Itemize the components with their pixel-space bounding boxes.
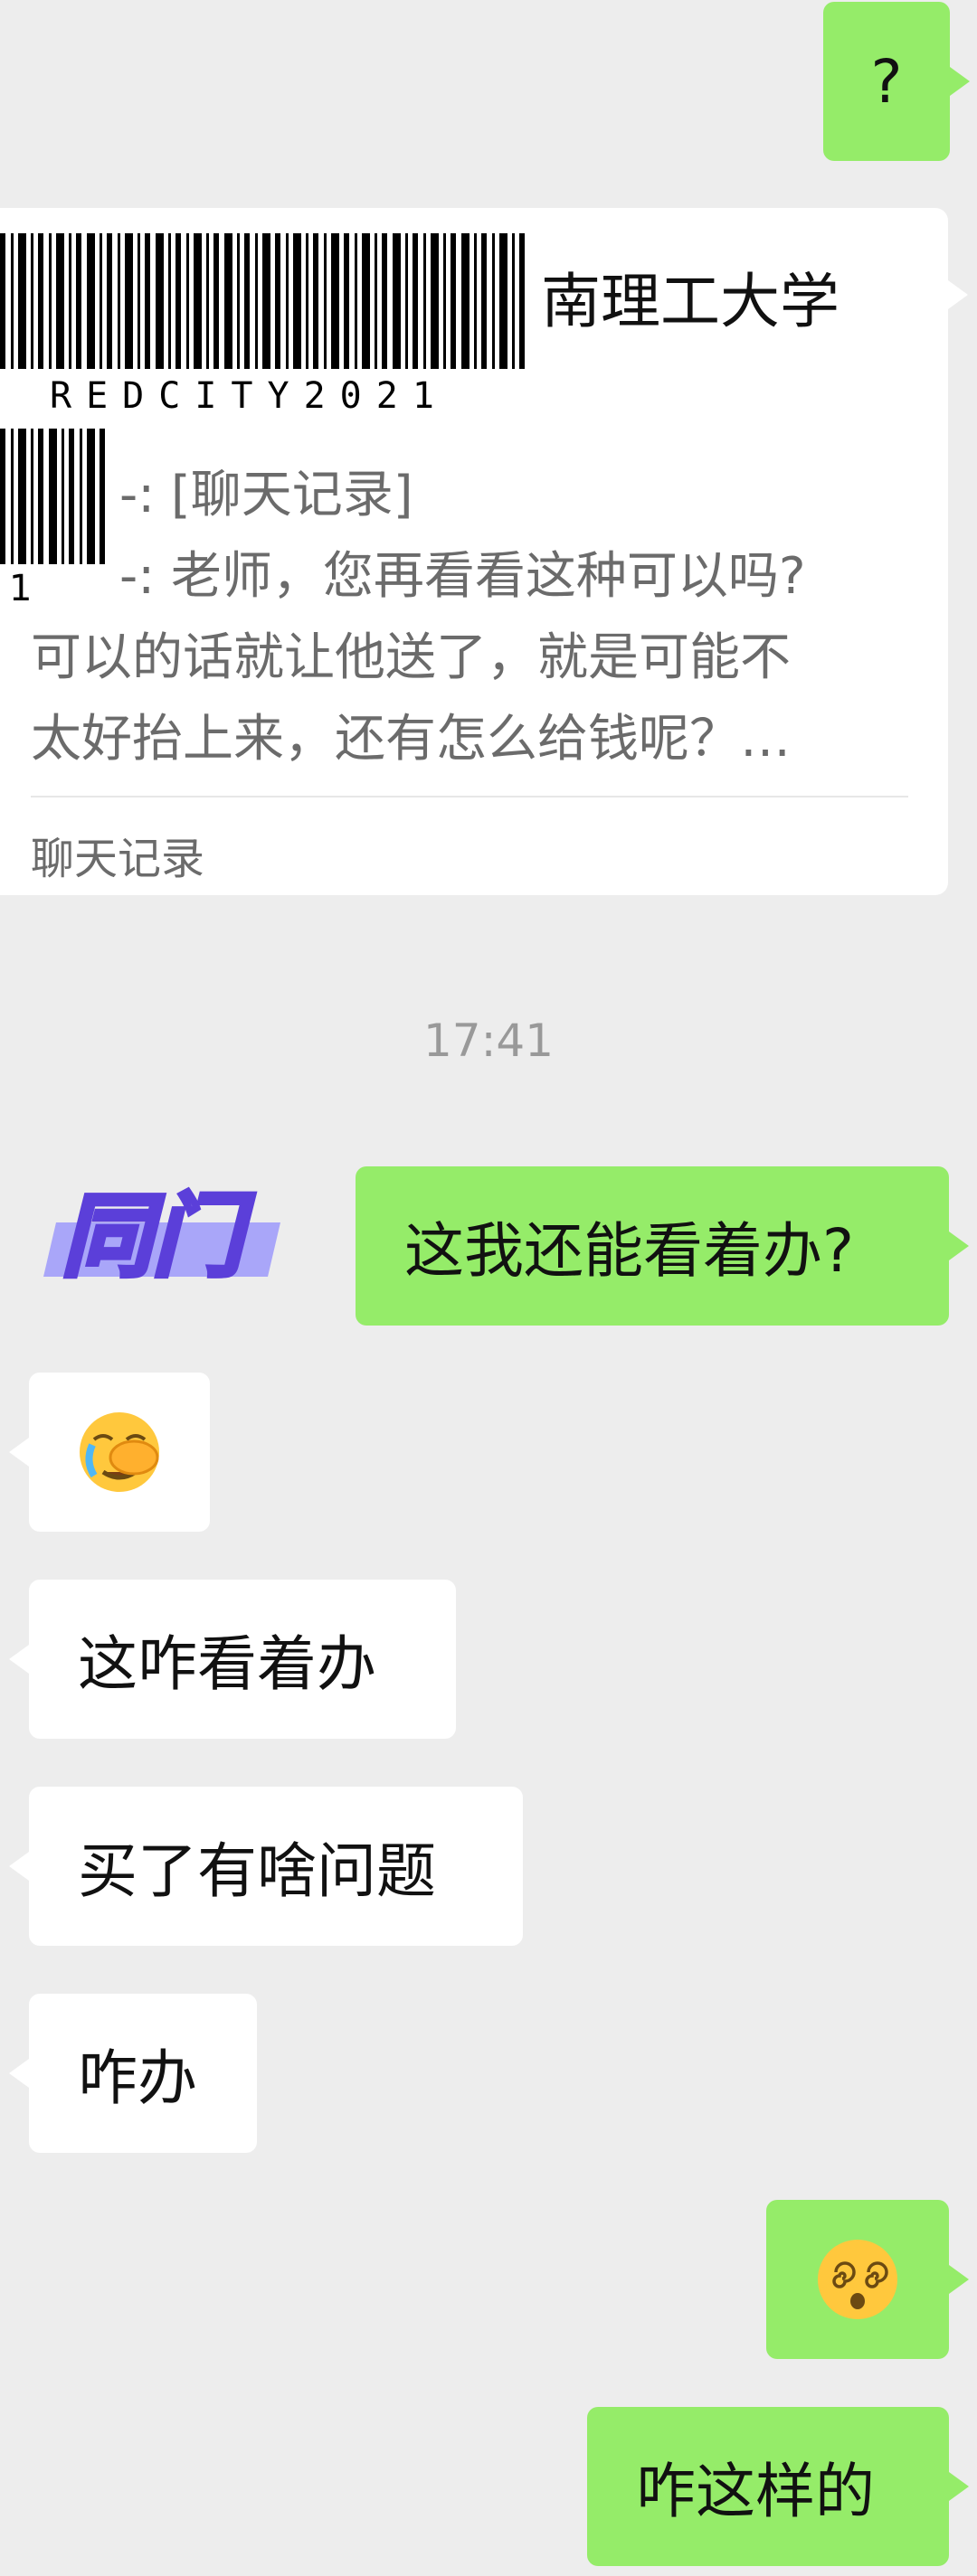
card-divider	[31, 796, 908, 797]
barcode-caption: REDCITY2021	[50, 375, 449, 417]
barcode-small-image	[0, 429, 105, 564]
outgoing-message-can-i[interactable]: 这我还能看着办?	[356, 1166, 969, 1326]
card-line-3: 可以的话就让他送了，就是可能不	[31, 628, 791, 687]
card-footer-label: 聊天记录	[31, 834, 205, 884]
message-timestamp: 17:41	[422, 1014, 555, 1067]
card-line-4: 太好抬上来，还有怎么给钱呢？…	[31, 710, 791, 769]
message-text: ?	[870, 46, 903, 117]
barcode-image	[0, 233, 525, 369]
outgoing-message-zha-zheyang[interactable]: 咋这样的	[587, 2407, 969, 2566]
card-line-2: -: 老师，您再看看这种可以吗?	[119, 547, 806, 606]
facepalm-emoji-icon	[80, 1412, 159, 1492]
card-title: 南理工大学	[541, 267, 839, 336]
incoming-message-zha-kanzhe[interactable]: 这咋看着办	[9, 1580, 456, 1739]
card-line-1: -: [聊天记录]	[119, 466, 413, 524]
forwarded-chat-record-card[interactable]: REDCITY2021 南理工大学 1 -: [聊天记录] -: 老师，您再看看…	[0, 208, 968, 895]
tongmen-sticker[interactable]: 同门	[36, 1166, 280, 1293]
outgoing-message-question[interactable]: ?	[823, 2, 970, 161]
message-text: 买了有啥问题	[78, 1836, 436, 1906]
incoming-message-zha-ban[interactable]: 咋办	[9, 1994, 257, 2153]
message-text: 咋办	[78, 2043, 197, 2113]
barcode-small-caption: 1	[9, 568, 33, 609]
incoming-message-mai-le[interactable]: 买了有啥问题	[9, 1787, 523, 1946]
message-text: 这咋看着办	[78, 1629, 376, 1699]
outgoing-message-emoji[interactable]	[766, 2200, 969, 2359]
incoming-message-emoji[interactable]	[9, 1373, 210, 1532]
sticker-text: 同门	[62, 1184, 255, 1289]
dizzy-face-emoji-icon	[818, 2240, 897, 2319]
message-text: 咋这样的	[636, 2457, 875, 2526]
message-text: 这我还能看着办?	[404, 1216, 855, 1286]
